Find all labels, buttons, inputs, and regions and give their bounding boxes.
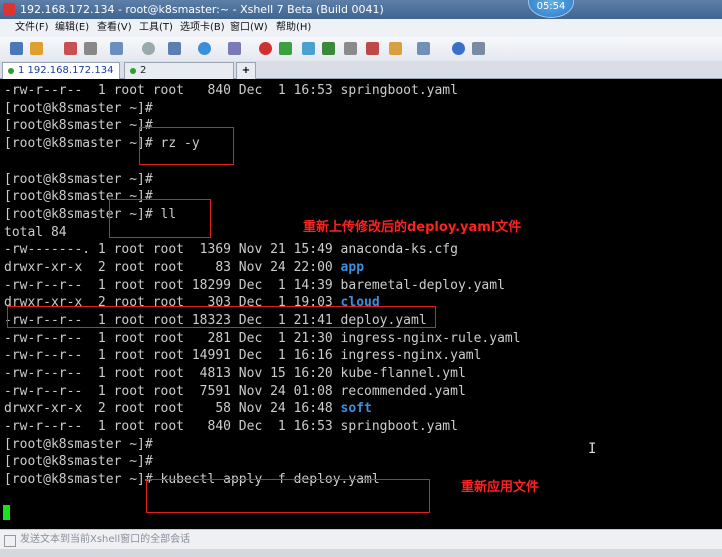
compose-icon xyxy=(4,535,16,547)
menu-edit[interactable]: 编辑(E) xyxy=(55,19,89,37)
transfer-icon[interactable] xyxy=(259,42,272,55)
settings-icon[interactable] xyxy=(472,42,485,55)
layout-icon[interactable] xyxy=(417,42,430,55)
color-scheme-icon[interactable] xyxy=(198,42,211,55)
tab-label: 1 192.168.172.134 xyxy=(18,65,114,76)
terminal-line: total 84 xyxy=(4,224,67,240)
menu-tabs[interactable]: 选项卡(B) xyxy=(180,19,225,37)
terminal-line-dir-app: drwxr-xr-x 2 root root 83 Nov 24 22:00 a… xyxy=(4,259,364,276)
menu-window[interactable]: 窗口(W) xyxy=(230,19,268,37)
help-icon[interactable] xyxy=(452,42,465,55)
toolbar xyxy=(0,37,722,62)
tab-session-2[interactable]: 2 192.168.172.135 xyxy=(124,62,234,92)
annotation-reapply: 重新应用文件 xyxy=(461,480,540,495)
listing-text: drwxr-xr-x 2 root root 83 Nov 24 22:00 xyxy=(4,259,341,275)
disconnect-icon[interactable] xyxy=(84,42,97,55)
add-tab-icon[interactable]: + xyxy=(236,62,256,79)
terminal-line: -rw-r--r-- 1 root root 840 Dec 1 16:53 s… xyxy=(4,83,458,98)
connected-status-icon xyxy=(130,68,136,74)
terminal-line: -rw-r--r-- 1 root root 7591 Nov 24 01:08… xyxy=(4,383,466,399)
menu-help[interactable]: 帮助(H) xyxy=(276,19,311,37)
directory-name: soft xyxy=(340,401,372,416)
title-bar: 192.168.172.134 - root@k8smaster:~ - Xsh… xyxy=(0,0,722,19)
listing-text: drwxr-xr-x 2 root root 58 Nov 24 16:48 xyxy=(4,401,341,416)
text-cursor-icon: I xyxy=(588,441,597,457)
tab-bar: 1 192.168.172.134 2 192.168.172.135 + xyxy=(0,61,722,92)
terminal-line: [root@k8smaster ~]# xyxy=(4,171,153,187)
reconnect-icon[interactable] xyxy=(110,42,123,55)
terminal-line: [root@k8smaster ~]# xyxy=(4,436,153,452)
xshell-app-icon xyxy=(3,3,15,15)
highlight-box-deploy-yaml xyxy=(7,306,436,328)
connected-status-icon xyxy=(8,68,14,74)
terminal-line-dir-soft: drwxr-xr-x 2 root root 58 Nov 24 16:48 s… xyxy=(4,400,372,417)
find-icon[interactable] xyxy=(142,42,155,55)
script-icon[interactable] xyxy=(344,42,357,55)
highlight-box-kubectl xyxy=(146,479,430,513)
keymap-icon[interactable] xyxy=(389,42,402,55)
terminal-line: [root@k8smaster ~]# xyxy=(4,100,153,116)
menu-tools[interactable]: 工具(T) xyxy=(139,19,173,37)
compose-placeholder: 发送文本到当前Xshell窗口的全部会话 xyxy=(20,534,191,545)
menu-bar: 文件(F) 编辑(E) 查看(V) 工具(T) 选项卡(B) 窗口(W) 帮助(… xyxy=(0,19,722,37)
terminal-line: -rw-r--r-- 1 root root 4813 Nov 15 16:20… xyxy=(4,365,466,381)
terminal-cursor xyxy=(3,505,10,520)
terminal-output[interactable]: -rw-r--r-- 1 root root 840 Dec 1 16:53 s… xyxy=(0,79,722,529)
highlight-box-ll xyxy=(109,199,211,238)
link-icon[interactable] xyxy=(64,42,77,55)
tab-session-1[interactable]: 1 192.168.172.134 xyxy=(2,62,120,79)
menu-file[interactable]: 文件(F) xyxy=(15,19,49,37)
window-title: 192.168.172.134 - root@k8smaster:~ - Xsh… xyxy=(20,3,384,16)
terminal-line: -rw-r--r-- 1 root root 18299 Dec 1 14:39… xyxy=(4,277,505,293)
highlight-box-rz xyxy=(139,127,234,165)
terminal-line: -rw-------. 1 root root 1369 Nov 21 15:4… xyxy=(4,242,458,257)
fullscreen-icon[interactable] xyxy=(302,42,315,55)
status-strip xyxy=(0,549,722,557)
terminal-line: -rw-r--r-- 1 root root 14991 Dec 1 16:16… xyxy=(4,348,482,363)
session-manager-icon[interactable] xyxy=(168,42,181,55)
open-folder-icon[interactable] xyxy=(30,42,43,55)
compose-icon[interactable] xyxy=(366,42,379,55)
compose-bar[interactable]: 发送文本到当前Xshell窗口的全部会话 xyxy=(0,529,722,550)
terminal-line: [root@k8smaster ~]# xyxy=(4,118,153,134)
font-icon[interactable] xyxy=(228,42,241,55)
terminal-line: [root@k8smaster ~]# xyxy=(4,454,153,469)
terminal-line: -rw-r--r-- 1 root root 840 Dec 1 16:53 s… xyxy=(4,418,458,434)
directory-name: app xyxy=(340,259,365,275)
annotation-reupload: 重新上传修改后的deploy.yaml文件 xyxy=(303,220,522,235)
xftp-icon[interactable] xyxy=(279,42,292,55)
terminal-line: -rw-r--r-- 1 root root 281 Dec 1 21:30 i… xyxy=(4,330,521,346)
menu-view[interactable]: 查看(V) xyxy=(97,19,132,37)
new-session-icon[interactable] xyxy=(10,42,23,55)
lock-icon[interactable] xyxy=(322,42,335,55)
